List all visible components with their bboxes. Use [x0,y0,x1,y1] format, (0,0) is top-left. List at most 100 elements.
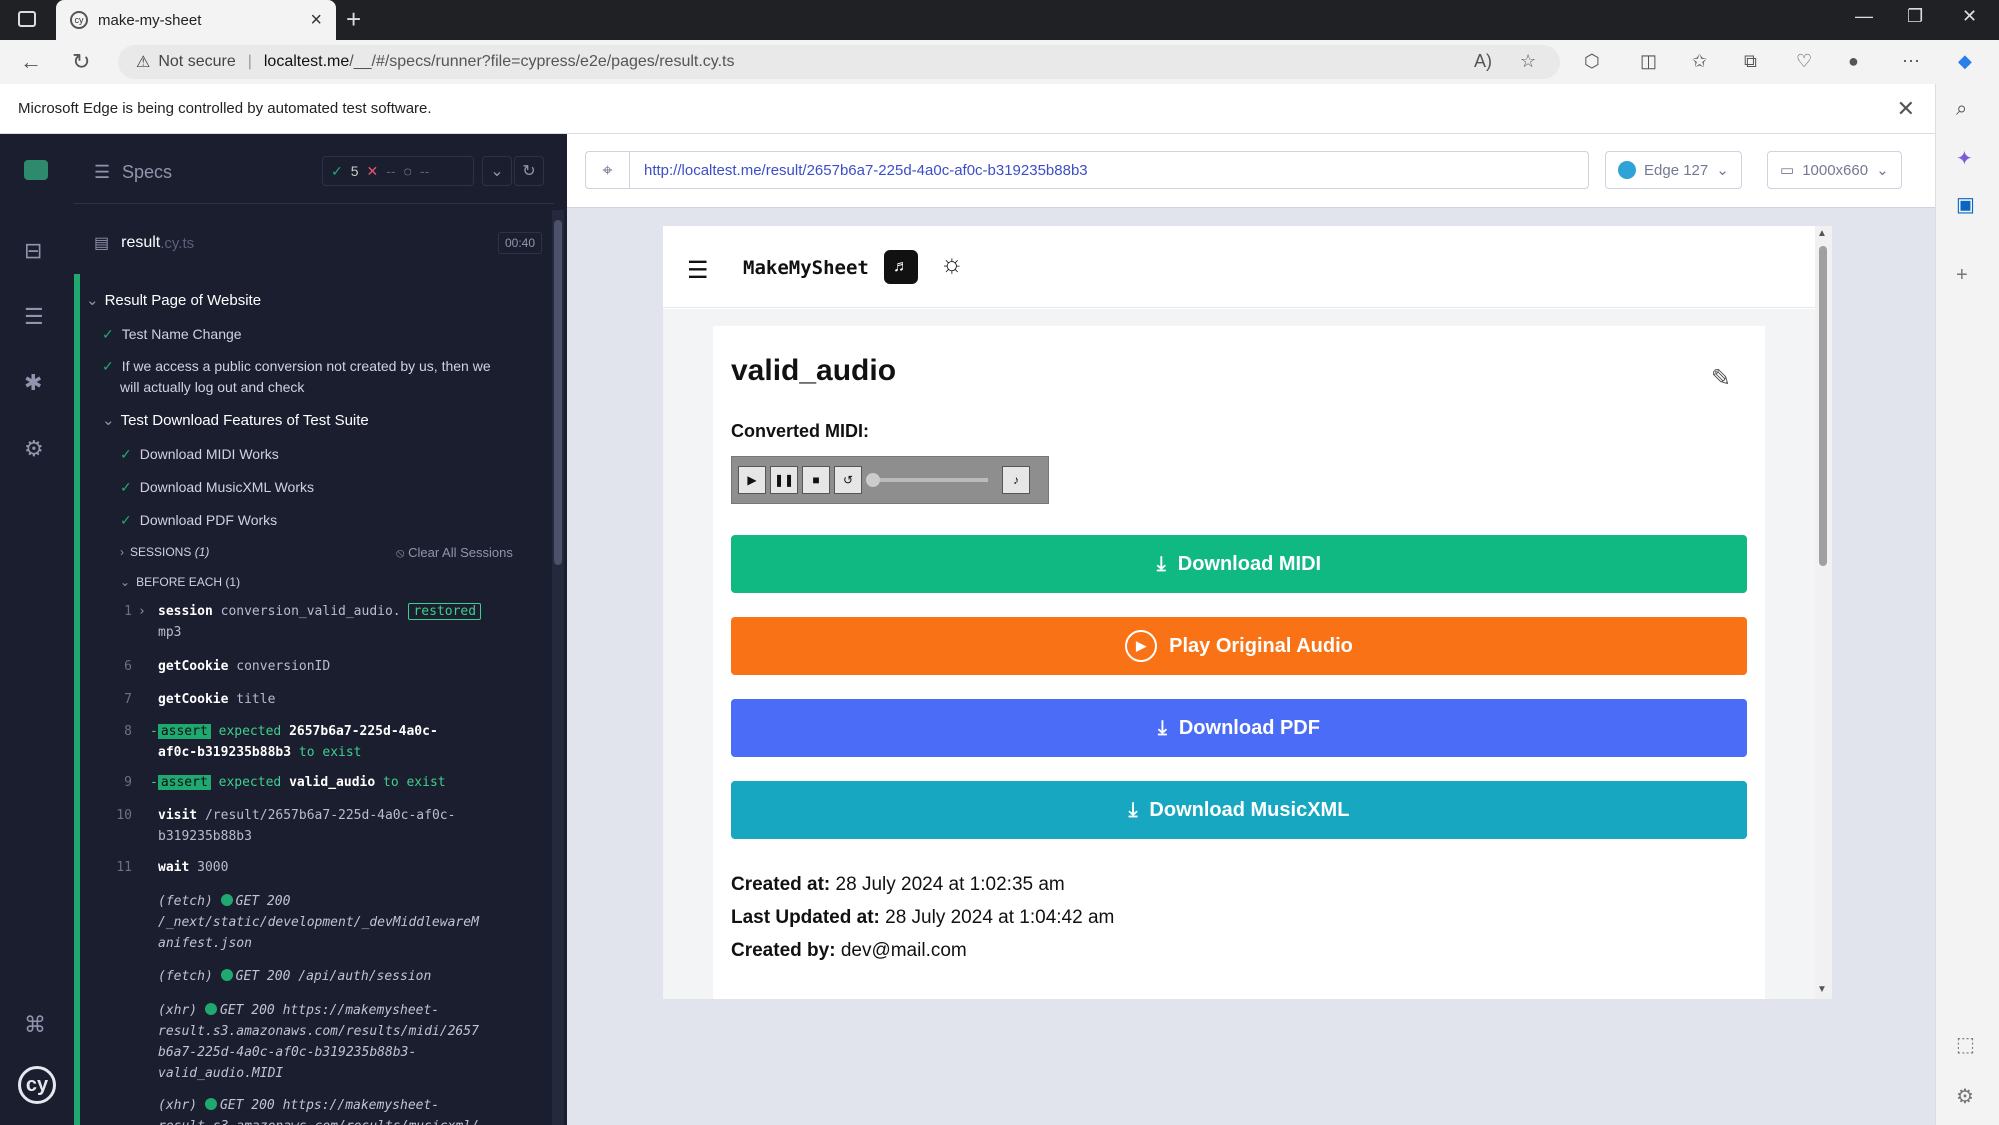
pause-icon[interactable]: ❚❚ [770,466,798,494]
profile-avatar-icon[interactable]: ● [1848,51,1859,72]
copilot-icon[interactable]: ◆ [1958,51,1972,72]
test-title: Download MusicXML Works [139,479,315,495]
specs-label[interactable]: Specs [122,162,172,183]
extensions-icon[interactable]: ⬡ [1584,51,1600,72]
outlook-icon[interactable]: ▣ [1956,192,1975,217]
sidebar-settings-icon[interactable]: ⚙ [1956,1084,1974,1109]
brand-logo-icon[interactable]: ♬ [884,250,918,284]
scrollbar-thumb[interactable] [554,220,562,565]
collections-icon[interactable]: ⧉ [1744,51,1757,72]
download-musicxml-label: Download MusicXML [1149,798,1350,821]
specs-list-icon[interactable]: ☰ [94,162,110,183]
request-status: GET 200 [219,1003,275,1018]
runs-nav-icon[interactable]: ☰ [24,304,44,330]
stop-icon[interactable]: ■ [802,466,830,494]
download-pdf-button[interactable]: ⤓ Download PDF [731,699,1747,757]
warning-icon[interactable]: ⚠ [136,52,150,72]
test-row[interactable]: ✓ Download MIDI Works [120,444,567,465]
scrollbar-thumb[interactable] [1819,246,1827,566]
scroll-up-icon[interactable]: ▲ [1817,228,1827,239]
download-musicxml-button[interactable]: ⤓ Download MusicXML [731,781,1747,839]
assert-value: valid_audio [289,775,376,790]
not-secure-label[interactable]: Not secure [158,53,235,71]
status-dot-icon [220,969,233,981]
selector-playground-icon[interactable]: ⌖ [586,151,630,189]
reporter-scrollbar[interactable] [552,210,564,1125]
command-arg: /result/2657b6a7-225d-4a0c-af0c- [204,808,456,823]
tab-actions-icon[interactable] [18,11,36,27]
scroll-down-icon[interactable]: ▼ [1817,984,1827,995]
request-url: valid_audio.MIDI [158,1066,284,1081]
clear-sessions-button[interactable]: ⦸ Clear All Sessions [396,542,513,563]
created-at-label: Created at: [731,874,831,895]
created-by-label: Created by: [731,940,836,961]
command-name: wait [158,860,190,875]
read-aloud-icon[interactable]: A) [1474,51,1492,72]
request-row[interactable]: (xhr) GET 200 https://makemysheet- resul… [158,1000,528,1084]
test-row[interactable]: ✓ Download MusicXML Works [120,477,567,498]
sessions-row[interactable]: › SESSIONS (1) ⦸ Clear All Sessions [120,542,567,563]
command-arg: conversion_valid_audio. [220,604,401,619]
separator: | [247,53,252,70]
status-dot-icon [204,1098,217,1110]
copilot-sidebar-icon[interactable]: ✦ [1956,146,1973,171]
test-row[interactable]: ✓ Download PDF Works [120,510,567,531]
play-icon[interactable]: ▶ [738,466,766,494]
expand-collapse-icon[interactable]: ⌄ [482,156,512,186]
screenshot-icon[interactable]: ⬚ [1956,1032,1975,1057]
project-icon[interactable] [24,160,48,180]
request-row[interactable]: (fetch) GET 200 /api/auth/session [158,966,528,987]
playback-slider[interactable] [866,473,988,487]
viewport-scrollbar[interactable]: ▲ ▼ [1815,226,1832,999]
minimize-icon[interactable]: — [1855,6,1873,27]
check-icon: ✓ [102,326,114,342]
test-row[interactable]: ✓ If we access a public conversion not cr… [102,356,562,377]
edit-title-icon[interactable]: ✎ [1711,364,1731,393]
suite-row[interactable]: ⌄ Result Page of Website [86,290,546,311]
hamburger-menu-icon[interactable]: ☰ [687,256,709,285]
viewport-selector[interactable]: ▭ 1000x660 ⌄ [1767,151,1902,189]
theme-toggle-sun-icon[interactable]: ☼ [940,248,964,279]
close-window-icon[interactable]: ✕ [1962,6,1977,27]
reporter-header: ☰ Specs ✓ 5 ✕ -- ◌ -- ⌄ ↻ [74,134,554,204]
back-icon[interactable]: ← [20,49,42,75]
browser-tab[interactable]: cy make-my-sheet × [56,0,336,40]
brand-name[interactable]: MakeMySheet [743,257,869,279]
restore-icon[interactable]: ❐ [1907,6,1923,27]
spec-file-row: ▤ result .cy.ts 00:40 [94,228,542,258]
split-screen-icon[interactable]: ◫ [1640,51,1657,72]
cypress-nav-rail: ⊟ ☰ ✱ ⚙ ⌘ cy [0,134,74,1125]
instrument-note-icon[interactable]: ♪ [1002,466,1030,494]
request-row[interactable]: (xhr) GET 200 https://makemysheet- resul… [158,1095,528,1125]
reload-icon[interactable]: ↻ [72,49,90,75]
rewind-icon[interactable]: ↺ [834,466,862,494]
command-arg: mp3 [158,625,182,640]
command-number: 1 [124,604,132,619]
before-each-row[interactable]: ⌄ BEFORE EACH (1) [120,572,567,593]
new-tab-icon[interactable]: + [346,4,361,35]
test-row[interactable]: ✓ Test Name Change [102,324,562,345]
suite-row[interactable]: ⌄ Test Download Features of Test Suite [102,410,562,431]
favorite-star-icon[interactable]: ☆ [1520,51,1536,72]
browser-essentials-icon[interactable]: ♡ [1796,51,1812,72]
rerun-icon[interactable]: ↻ [514,156,544,186]
aut-url[interactable]: http://localtest.me/result/2657b6a7-225d… [644,162,1088,179]
browser-selector[interactable]: Edge 127 ⌄ [1605,151,1742,189]
request-row[interactable]: (fetch) GET 200 /_next/static/developmen… [158,891,528,954]
assert-text: to exist [298,745,362,760]
specs-nav-icon[interactable]: ⊟ [24,238,42,264]
keyboard-shortcuts-icon[interactable]: ⌘ [24,1012,46,1038]
play-original-audio-button[interactable]: ▶ Play Original Audio [731,617,1747,675]
favorites-icon[interactable]: ✩ [1692,51,1707,72]
more-menu-icon[interactable]: ⋯ [1902,51,1920,72]
status-dot-icon [204,1003,217,1015]
debug-nav-icon[interactable]: ✱ [24,370,42,396]
close-infobar-icon[interactable]: ✕ [1897,96,1915,122]
address-bar[interactable]: ⚠ Not secure | localtest.me/__/#/specs/r… [118,45,1560,79]
assert-value: 2657b6a7-225d-4a0c- [289,724,438,739]
download-midi-button[interactable]: ⤓ Download MIDI [731,535,1747,593]
settings-nav-icon[interactable]: ⚙ [24,436,44,462]
close-tab-icon[interactable]: × [310,9,322,32]
add-sidebar-app-icon[interactable]: + [1956,264,1968,287]
search-icon[interactable]: ⌕ [1956,98,1967,121]
